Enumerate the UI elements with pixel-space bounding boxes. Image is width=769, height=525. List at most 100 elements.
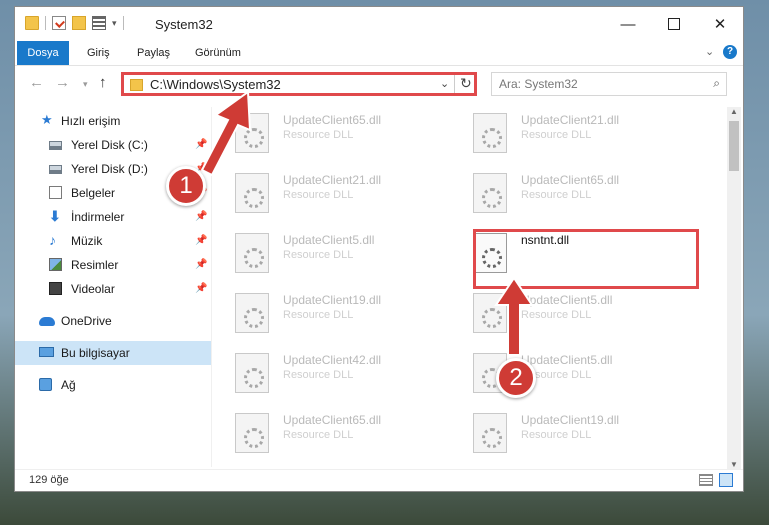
ribbon: Dosya Giriş Paylaş Görünüm ⌄ ?	[15, 41, 743, 66]
scroll-down-icon[interactable]: ▼	[730, 460, 738, 469]
navigation-bar: ← → ▾ ↑ C:\Windows\System32 ⌄ ↻ Ara: Sys…	[15, 65, 743, 103]
search-input[interactable]: Ara: System32	[499, 77, 578, 91]
sidebar-item-downloads[interactable]: ⬇ İndirmeler 📌	[15, 205, 211, 229]
drive-icon	[49, 165, 62, 174]
folder-icon	[130, 79, 143, 91]
vertical-scrollbar[interactable]: ▲ ▼	[727, 107, 741, 469]
network-icon	[39, 378, 52, 391]
sidebar-item-label: Yerel Disk (C:)	[71, 138, 148, 152]
sidebar-item-music[interactable]: ♪ Müzik 📌	[15, 229, 211, 253]
refresh-icon[interactable]: ↻	[460, 75, 472, 92]
sidebar-item-label: Müzik	[71, 234, 103, 248]
file-name: UpdateClient19.dll	[283, 293, 382, 307]
sidebar-item-label: Resimler	[71, 258, 119, 272]
onedrive-icon	[39, 317, 55, 326]
tab-view[interactable]: Görünüm	[195, 41, 241, 65]
tab-share[interactable]: Paylaş	[137, 41, 170, 65]
computer-icon	[39, 347, 54, 357]
pin-icon[interactable]: 📌	[195, 253, 207, 277]
file-name: UpdateClient42.dll	[283, 353, 382, 367]
file-type: Resource DLL	[521, 309, 592, 321]
sidebar-item-label: Belgeler	[71, 186, 116, 200]
maximize-button[interactable]	[651, 7, 697, 41]
pin-icon[interactable]: 📌	[195, 229, 207, 253]
title-bar: ▾ System32 — ✕	[15, 7, 743, 41]
file-item[interactable]: UpdateClient5.dll Resource DLL	[463, 289, 683, 345]
new-folder-icon[interactable]	[72, 16, 86, 30]
address-bar[interactable]: C:\Windows\System32 ⌄ ↻	[121, 72, 477, 96]
file-type: Resource DLL	[283, 429, 354, 441]
download-icon: ⬇	[49, 208, 61, 224]
documents-icon	[49, 186, 62, 199]
pin-icon[interactable]: 📌	[195, 277, 207, 301]
back-button[interactable]: ←	[29, 74, 44, 91]
file-item[interactable]: UpdateClient42.dll Resource DLL	[225, 349, 445, 405]
sidebar-item-pictures[interactable]: Resimler 📌	[15, 253, 211, 277]
item-count: 129 öğe	[29, 474, 69, 486]
dll-file-icon	[235, 113, 269, 153]
details-view-icon[interactable]	[699, 474, 713, 486]
tab-file[interactable]: Dosya	[17, 41, 69, 65]
explorer-window: ▾ System32 — ✕ Dosya Giriş Paylaş Görünü…	[14, 6, 744, 492]
pin-icon[interactable]: 📌	[195, 205, 207, 229]
file-name: UpdateClient21.dll	[283, 173, 382, 187]
dll-file-icon	[473, 113, 507, 153]
file-item[interactable]: UpdateClient19.dll Resource DLL	[463, 409, 683, 465]
large-icons-view-icon[interactable]	[719, 473, 733, 487]
sidebar-item-quick-access[interactable]: ★ Hızlı erişim	[15, 109, 211, 133]
search-box[interactable]: Ara: System32 ⌕	[491, 72, 727, 96]
sidebar-item-label: Ağ	[61, 378, 76, 392]
sidebar-item-videos[interactable]: Videolar 📌	[15, 277, 211, 301]
file-name: UpdateClient19.dll	[521, 413, 620, 427]
recent-locations-button[interactable]: ▾	[83, 79, 88, 90]
callout-2: 2	[496, 358, 536, 398]
dll-file-icon	[473, 293, 507, 333]
sidebar-item-label: Hızlı erişim	[61, 114, 121, 128]
file-name: UpdateClient65.dll	[283, 113, 382, 127]
sidebar-item-network[interactable]: Ağ	[15, 373, 211, 397]
sidebar-item-this-pc[interactable]: Bu bilgisayar	[15, 341, 211, 365]
music-icon: ♪	[49, 232, 56, 248]
dll-file-icon	[473, 413, 507, 453]
view-icon[interactable]	[92, 16, 106, 30]
scroll-thumb[interactable]	[729, 121, 739, 171]
dll-file-icon	[473, 173, 507, 213]
file-item[interactable]: UpdateClient21.dll Resource DLL	[225, 169, 445, 225]
dll-file-icon	[235, 293, 269, 333]
address-path[interactable]: C:\Windows\System32	[150, 77, 281, 92]
file-item[interactable]: UpdateClient19.dll Resource DLL	[225, 289, 445, 345]
file-item[interactable]: UpdateClient65.dll Resource DLL	[225, 109, 445, 165]
chevron-down-icon[interactable]: ⌄	[440, 77, 449, 90]
videos-icon	[49, 282, 62, 295]
up-button[interactable]: ↑	[99, 74, 107, 91]
sidebar-item-local-disk-c[interactable]: Yerel Disk (C:) 📌	[15, 133, 211, 157]
sidebar-item-label: OneDrive	[61, 314, 112, 328]
properties-icon[interactable]	[52, 16, 66, 30]
star-icon: ★	[41, 112, 53, 127]
tab-home[interactable]: Giriş	[87, 41, 110, 65]
pin-icon[interactable]: 📌	[195, 133, 207, 157]
search-icon[interactable]: ⌕	[713, 76, 720, 91]
forward-button[interactable]: →	[55, 74, 70, 91]
expand-ribbon-icon[interactable]: ⌄	[705, 45, 714, 58]
sidebar-item-onedrive[interactable]: OneDrive	[15, 309, 211, 333]
minimize-button[interactable]: —	[605, 7, 651, 41]
customize-toolbar-icon[interactable]: ▾	[112, 18, 117, 29]
close-button[interactable]: ✕	[697, 7, 743, 41]
file-name: UpdateClient5.dll	[521, 293, 613, 307]
scroll-up-icon[interactable]: ▲	[730, 107, 738, 116]
folder-icon	[25, 16, 39, 30]
drive-icon	[49, 141, 62, 150]
file-type: Resource DLL	[283, 189, 354, 201]
file-name: UpdateClient5.dll	[283, 233, 375, 247]
file-name: UpdateClient65.dll	[521, 173, 620, 187]
toolbar-separator	[45, 16, 46, 30]
file-item[interactable]: UpdateClient5.dll Resource DLL	[225, 229, 445, 285]
help-icon[interactable]: ?	[723, 45, 737, 59]
file-item[interactable]: UpdateClient65.dll Resource DLL	[463, 169, 683, 225]
file-item[interactable]: UpdateClient65.dll Resource DLL	[225, 409, 445, 465]
file-name: UpdateClient5.dll	[521, 353, 613, 367]
file-item[interactable]: UpdateClient21.dll Resource DLL	[463, 109, 683, 165]
highlight-box	[473, 229, 699, 289]
file-type: Resource DLL	[521, 429, 592, 441]
